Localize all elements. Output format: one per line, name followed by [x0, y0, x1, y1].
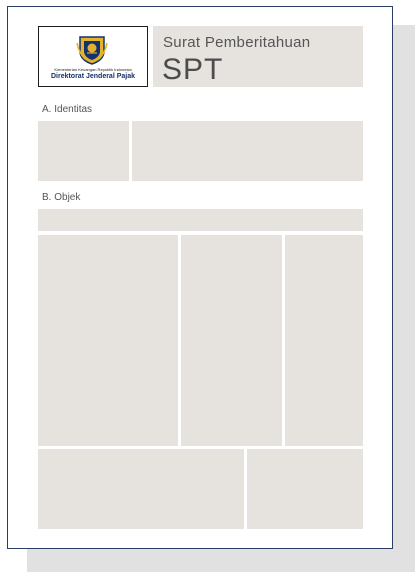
identitas-field-2[interactable] [132, 121, 363, 181]
djp-logo: Kementerian Keuangan Republik Indonesia … [38, 26, 148, 87]
objek-field-1[interactable] [38, 235, 178, 446]
objek-field-5[interactable] [247, 449, 363, 529]
document-title: SPT [162, 53, 224, 86]
objek-field-3[interactable] [285, 235, 363, 446]
title-block: Surat Pemberitahuan SPT [153, 26, 363, 87]
section-a-label: A. Identitas [42, 104, 93, 115]
logo-ministry-text: Kementerian Keuangan Republik Indonesia [54, 67, 132, 72]
djp-emblem-icon [76, 36, 108, 65]
objek-field-4[interactable] [38, 449, 244, 529]
logo-agency-text: Direktorat Jenderal Pajak [50, 73, 136, 80]
section-b-label: B. Objek [42, 192, 81, 203]
identitas-field-1[interactable] [38, 121, 129, 181]
objek-header-field[interactable] [38, 209, 363, 231]
document-subtitle: Surat Pemberitahuan [163, 34, 311, 51]
objek-field-2[interactable] [181, 235, 282, 446]
